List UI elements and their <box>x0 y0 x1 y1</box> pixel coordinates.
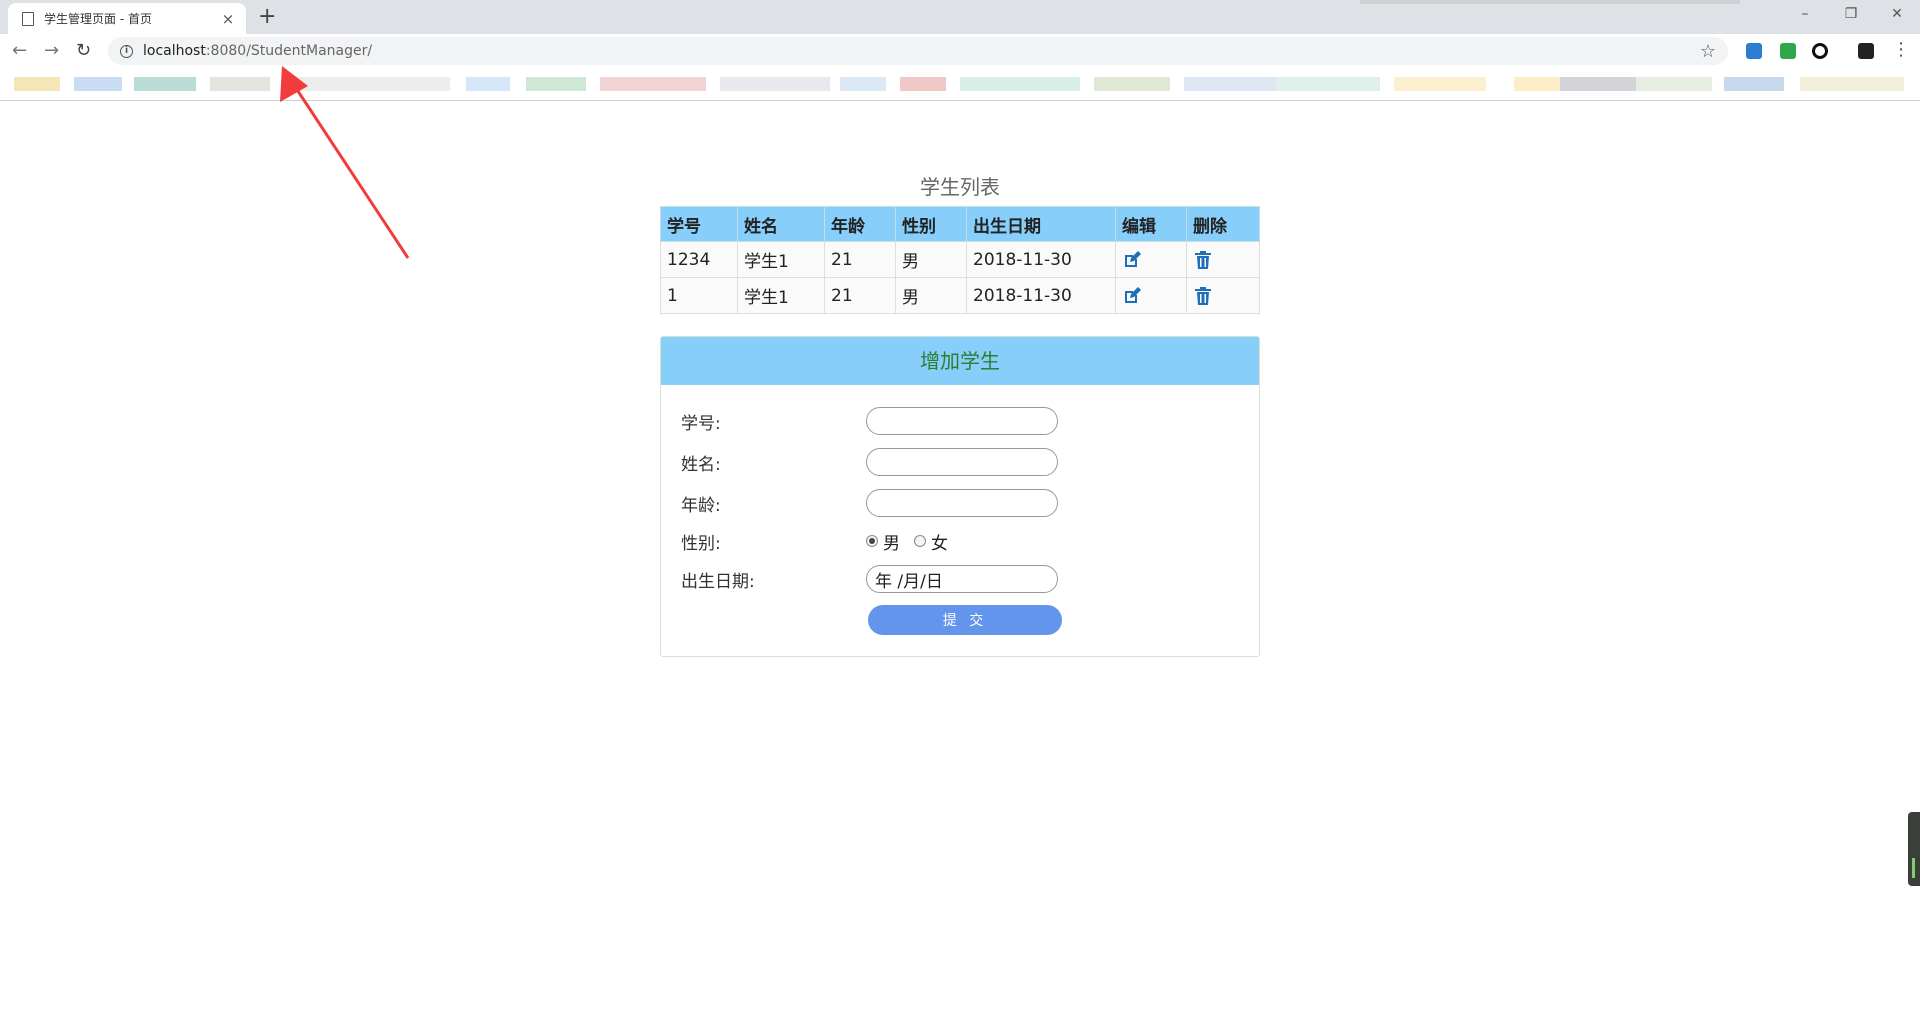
bookmark-item[interactable] <box>1276 77 1380 91</box>
header-name: 姓名 <box>737 206 825 242</box>
bookmark-item[interactable] <box>900 77 946 91</box>
add-student-title: 增加学生 <box>661 337 1259 385</box>
date-placeholder: 年 /月/日 <box>875 571 943 592</box>
age-input[interactable] <box>866 489 1058 517</box>
cell-delete <box>1186 241 1260 278</box>
edit-icon[interactable] <box>1122 286 1142 306</box>
form-row-gender: 性别: 男 女 <box>681 525 948 557</box>
bookmark-star-icon[interactable]: ☆ <box>1700 41 1716 62</box>
name-input[interactable] <box>866 448 1058 476</box>
form-row-id: 学号: <box>681 405 1058 437</box>
cell-delete <box>1186 277 1260 314</box>
cell-id: 1 <box>660 277 738 314</box>
close-window-button[interactable]: ✕ <box>1874 0 1920 30</box>
page-icon <box>22 11 34 26</box>
restore-button[interactable]: ❐ <box>1828 0 1874 30</box>
form-row-age: 年龄: <box>681 487 1058 519</box>
submit-button[interactable]: 提 交 <box>868 605 1062 635</box>
cell-name: 学生1 <box>737 241 825 278</box>
extension-dark-icon[interactable] <box>1858 43 1874 59</box>
bookmark-item[interactable] <box>526 77 586 91</box>
side-widget[interactable] <box>1908 812 1920 886</box>
cell-name: 学生1 <box>737 277 825 314</box>
gender-male-label: 男 <box>883 533 900 554</box>
cell-age: 21 <box>824 277 896 314</box>
cell-id: 1234 <box>660 241 738 278</box>
form-row-name: 姓名: <box>681 446 1058 478</box>
bookmark-item[interactable] <box>720 77 830 91</box>
header-edit: 编辑 <box>1115 206 1187 242</box>
name-label: 姓名: <box>681 454 721 475</box>
bookmark-item[interactable] <box>134 77 196 91</box>
back-icon[interactable]: ← <box>12 39 27 63</box>
student-table: 学号 姓名 年龄 性别 出生日期 编辑 删除 1234 学生1 21 男 201… <box>660 206 1260 314</box>
cell-edit <box>1115 241 1187 278</box>
bookmark-item[interactable] <box>960 77 1080 91</box>
cell-birthdate: 2018-11-30 <box>966 241 1116 278</box>
info-icon[interactable]: i <box>120 44 133 58</box>
bookmark-item[interactable] <box>14 77 60 91</box>
gender-label: 性别: <box>681 533 721 554</box>
extension-green-icon[interactable] <box>1780 43 1796 59</box>
bookmark-item[interactable] <box>600 77 706 91</box>
cell-gender: 男 <box>895 277 967 314</box>
id-input[interactable] <box>866 407 1058 435</box>
gender-female-radio[interactable] <box>914 535 926 547</box>
minimize-button[interactable]: – <box>1782 0 1828 30</box>
tab-title: 学生管理页面 - 首页 <box>44 12 152 26</box>
edit-icon[interactable] <box>1122 250 1142 270</box>
bookmark-item[interactable] <box>840 77 886 91</box>
bookmark-item[interactable] <box>1094 77 1170 91</box>
bookmark-item[interactable] <box>74 77 122 91</box>
add-student-panel: 增加学生 学号: 姓名: 年龄: 性别: 男 女 出生日期: 年 /月/日 提 … <box>660 336 1260 657</box>
bookmark-item[interactable] <box>1394 77 1486 91</box>
extension-circle-icon[interactable] <box>1812 43 1828 59</box>
reload-icon[interactable]: ↻ <box>76 39 91 63</box>
forward-icon[interactable]: → <box>44 39 59 63</box>
bookmark-item[interactable] <box>1724 77 1784 91</box>
extension-cast-icon[interactable] <box>1746 43 1762 59</box>
bookmark-item[interactable] <box>466 77 510 91</box>
age-label: 年龄: <box>681 495 721 516</box>
cell-edit <box>1115 277 1187 314</box>
new-tab-button[interactable]: + <box>258 6 276 28</box>
red-arrow-annotation <box>280 66 410 259</box>
browser-tab[interactable]: 学生管理页面 - 首页 × <box>8 3 246 34</box>
bookmark-item[interactable] <box>1800 77 1904 91</box>
cell-birthdate: 2018-11-30 <box>966 277 1116 314</box>
bookmark-item[interactable] <box>210 77 270 91</box>
url-host: localhost <box>143 43 206 59</box>
birthdate-label: 出生日期: <box>681 571 755 592</box>
cell-age: 21 <box>824 241 896 278</box>
table-row: 1 学生1 21 男 2018-11-30 <box>660 277 1260 314</box>
url-path: :8080/StudentManager/ <box>205 43 373 59</box>
browser-menu-icon[interactable]: ⋮ <box>1892 40 1910 60</box>
overlay-sliver <box>1360 0 1740 4</box>
window-controls: – ❐ ✕ <box>1782 0 1920 30</box>
gender-female-label: 女 <box>931 533 948 554</box>
form-row-birthdate: 出生日期: 年 /月/日 <box>681 563 1058 595</box>
trash-icon[interactable] <box>1193 286 1213 306</box>
table-header-row: 学号 姓名 年龄 性别 出生日期 编辑 删除 <box>660 206 1260 242</box>
header-age: 年龄 <box>824 206 896 242</box>
bookmark-item[interactable] <box>1636 77 1712 91</box>
header-birthdate: 出生日期 <box>966 206 1116 242</box>
trash-icon[interactable] <box>1193 250 1213 270</box>
gender-radio-group: 男 女 <box>866 529 948 554</box>
side-widget-level <box>1912 858 1915 878</box>
close-tab-icon[interactable]: × <box>220 10 236 28</box>
birthdate-input[interactable]: 年 /月/日 <box>866 565 1058 593</box>
browser-tabstrip: 学生管理页面 - 首页 × + – ❐ ✕ <box>0 0 1920 34</box>
student-list-title: 学生列表 <box>920 175 1000 199</box>
header-gender: 性别 <box>895 206 967 242</box>
bookmark-item[interactable] <box>1560 77 1644 91</box>
cell-gender: 男 <box>895 241 967 278</box>
header-id: 学号 <box>660 206 738 242</box>
gender-male-radio[interactable] <box>866 535 878 547</box>
header-delete: 删除 <box>1186 206 1260 242</box>
table-row: 1234 学生1 21 男 2018-11-30 <box>660 241 1260 278</box>
id-label: 学号: <box>681 413 721 434</box>
